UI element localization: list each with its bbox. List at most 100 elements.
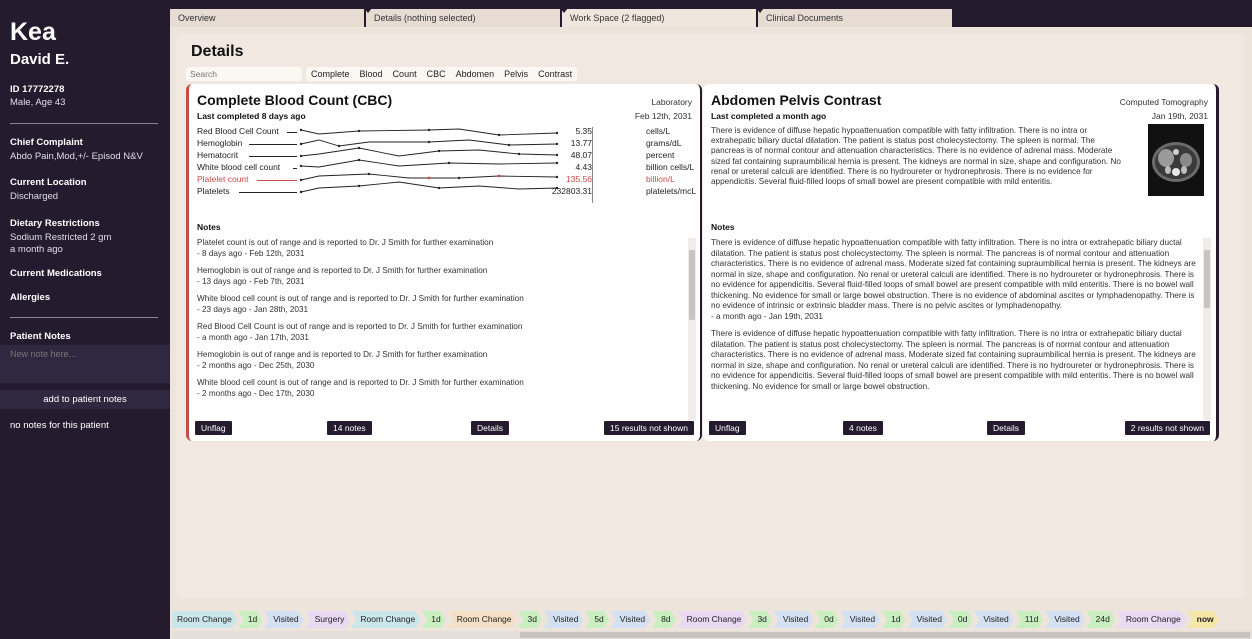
timeline-event[interactable]: Visited (611, 611, 650, 628)
chief-complaint-label: Chief Complaint (10, 137, 83, 148)
tab-details[interactable]: Details (nothing selected) (364, 8, 560, 27)
lab-name[interactable]: White blood cell count (197, 162, 280, 172)
lab-name[interactable]: Red Blood Cell Count (197, 126, 279, 136)
lab-value: 4.43 (575, 162, 592, 172)
notes-count-button[interactable]: 14 notes (327, 421, 372, 435)
timeline-event[interactable]: Surgery (306, 611, 350, 628)
note-meta: - a month ago - Jan 17th, 2031 (197, 332, 309, 342)
timeline-event[interactable]: Visited (264, 611, 303, 628)
timeline-event[interactable]: Visited (774, 611, 813, 628)
timeline-event[interactable]: Visited (974, 611, 1013, 628)
lab-value: 232803.31 (551, 186, 592, 196)
timeline-event[interactable]: Room Change (1117, 611, 1186, 628)
timeline-event[interactable]: Room Change (678, 611, 747, 628)
timeline-event[interactable]: Visited (544, 611, 583, 628)
scrollbar-thumb[interactable] (1204, 250, 1210, 308)
timeline-event[interactable]: Room Change (172, 611, 237, 628)
sidebar: Kea David E. ID 17772278 Male, Age 43 Ch… (0, 0, 170, 639)
card-footer: Unflag 4 notes Details 2 results not sho… (709, 421, 1210, 435)
timeline-event[interactable]: Room Change (351, 611, 420, 628)
lab-unit-flagged: billion/L (646, 174, 675, 184)
hidden-results-button[interactable]: 2 results not shown (1124, 421, 1210, 435)
lab-unit: platelets/mcL (646, 186, 697, 196)
timeline-event[interactable]: Room Change (448, 611, 517, 628)
card-date: Jan 19th, 2031 (1151, 111, 1208, 121)
note-meta: - 2 months ago - Dec 25th, 2030 (197, 360, 315, 370)
hidden-results-button[interactable]: 15 results not shown (604, 421, 694, 435)
timeline-gap: 1d (882, 611, 905, 628)
filter-chip[interactable]: CBC (422, 67, 451, 81)
location-label: Current Location (10, 177, 87, 188)
unflag-button[interactable]: Unflag (709, 421, 746, 435)
note-meta: - 23 days ago - Jan 28th, 2031 (197, 304, 309, 314)
notes-list[interactable]: Platelet count is out of range and is re… (197, 238, 685, 420)
lab-value: 13.77 (570, 138, 592, 148)
leader-line (293, 168, 297, 169)
ct-scan-thumbnail[interactable] (1148, 124, 1204, 196)
tab-label: Details (nothing selected) (374, 13, 476, 23)
card-subtitle: Last completed a month ago (711, 111, 827, 121)
location-value: Discharged (10, 191, 59, 202)
report-summary: There is evidence of diffuse hepatic hyp… (711, 126, 1121, 187)
values-divider (592, 127, 593, 203)
scrollbar-thumb[interactable] (520, 632, 1250, 638)
new-note-input[interactable] (0, 345, 170, 383)
note-meta: - 2 months ago - Dec 17th, 2030 (197, 388, 315, 398)
timeline-now[interactable]: now (1188, 611, 1219, 628)
lab-unit: percent (646, 150, 675, 160)
note-text: Hemoglobin is out of range and is report… (197, 266, 488, 275)
note-text: Platelet count is out of range and is re… (197, 238, 494, 247)
add-to-patient-notes-button[interactable]: add to patient notes (0, 390, 170, 409)
page-title: Details (191, 43, 244, 60)
notes-list[interactable]: There is evidence of diffuse hepatic hyp… (711, 238, 1201, 420)
encounter-timeline: Room Change 1d Visited Surgery Room Chan… (172, 611, 1221, 628)
card-type: Computed Tomography (1119, 97, 1208, 107)
filter-chip[interactable]: Count (388, 67, 422, 81)
leader-line (257, 180, 297, 181)
note-meta: - 8 days ago - Feb 12th, 2031 (197, 248, 305, 258)
filter-chip[interactable]: Blood (355, 67, 388, 81)
lab-name-flagged[interactable]: Platelet count (197, 174, 249, 184)
tab-clinical-documents[interactable]: Clinical Documents (756, 8, 952, 27)
tab-overview[interactable]: Overview (170, 9, 364, 27)
timeline-event[interactable]: Visited (908, 611, 947, 628)
timeline-event[interactable]: Visited (1045, 611, 1084, 628)
timeline-gap: 8d (652, 611, 675, 628)
note-item: There is evidence of diffuse hepatic hyp… (711, 238, 1201, 322)
filter-chip[interactable]: Complete (306, 67, 355, 81)
lab-name[interactable]: Platelets (197, 186, 230, 196)
lab-name[interactable]: Hemoglobin (197, 138, 242, 148)
timeline-scrollbar[interactable] (172, 631, 1252, 639)
patient-id: ID 17772278 (10, 84, 65, 95)
filter-chip[interactable]: Contrast (533, 67, 577, 81)
timeline-event[interactable]: Visited (841, 611, 880, 628)
lab-sparklines[interactable] (299, 126, 559, 198)
tab-work-space[interactable]: Work Space (2 flagged) (560, 8, 756, 27)
filter-chip[interactable]: Abdomen (451, 67, 500, 81)
medications-label[interactable]: Current Medications (10, 268, 102, 279)
details-button[interactable]: Details (987, 421, 1025, 435)
note-text: White blood cell count is out of range a… (197, 294, 524, 303)
abdomen-pelvis-card[interactable]: Abdomen Pelvis Contrast Last completed a… (703, 84, 1219, 441)
note-item: Red Blood Cell Count is out of range and… (197, 322, 685, 343)
notes-heading: Notes (711, 222, 735, 232)
search-input[interactable] (186, 67, 302, 81)
filter-chip[interactable]: Pelvis (499, 67, 533, 81)
card-subtitle: Last completed 8 days ago (197, 111, 306, 121)
details-button[interactable]: Details (471, 421, 509, 435)
details-panel: Details Complete Blood Count CBC Abdomen… (176, 34, 1244, 598)
note-text: White blood cell count is out of range a… (197, 378, 524, 387)
note-item: Platelet count is out of range and is re… (197, 238, 685, 259)
sparkline (300, 181, 558, 193)
leader-line (239, 192, 297, 193)
scrollbar-thumb[interactable] (689, 250, 695, 320)
cbc-card[interactable]: Complete Blood Count (CBC) Last complete… (186, 84, 702, 441)
card-footer: Unflag 14 notes Details 15 results not s… (195, 421, 694, 435)
notes-scrollbar[interactable] (1203, 238, 1211, 420)
allergies-label[interactable]: Allergies (10, 292, 50, 303)
notes-scrollbar[interactable] (688, 238, 696, 420)
lab-name[interactable]: Hematocrit (197, 150, 238, 160)
unflag-button[interactable]: Unflag (195, 421, 232, 435)
notes-count-button[interactable]: 4 notes (843, 421, 883, 435)
leader-line (249, 144, 297, 145)
